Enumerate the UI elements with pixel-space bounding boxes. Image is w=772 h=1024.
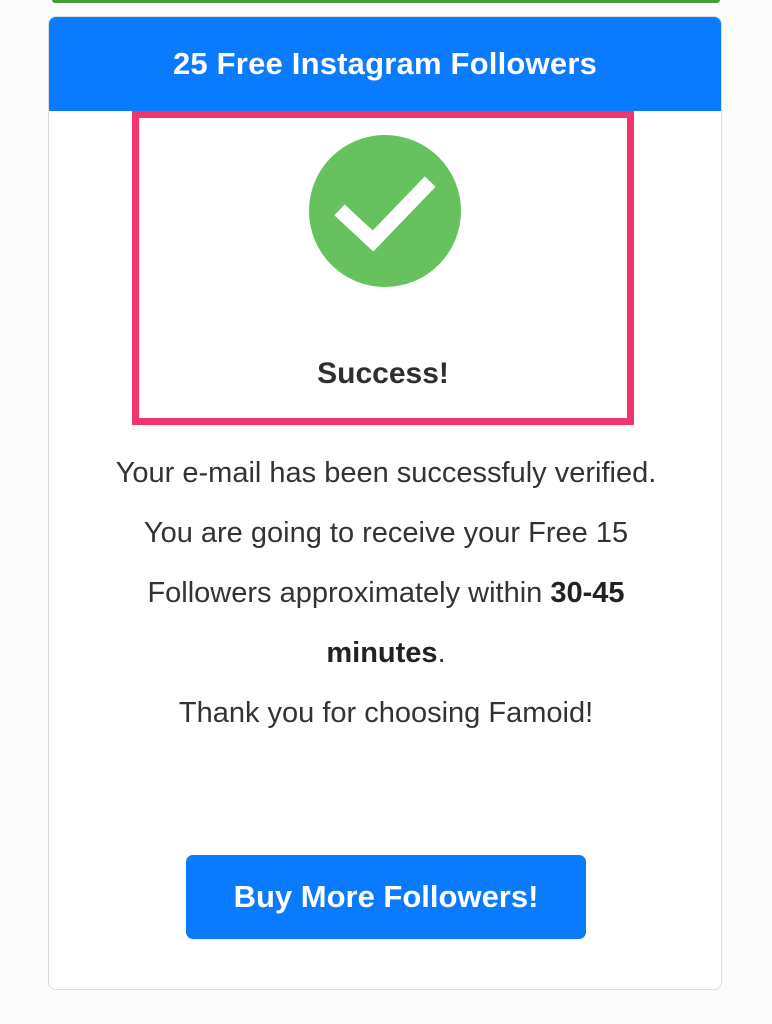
previous-card-edge (52, 0, 720, 3)
message-line-followers: You are going to receive your Free 15 Fo… (89, 503, 683, 683)
verification-card: 25 Free Instagram Followers Success! You… (48, 16, 722, 990)
message-line-thanks: Thank you for choosing Famoid! (178, 697, 594, 729)
success-label: Success! (317, 357, 449, 390)
check-circle-icon (309, 135, 461, 287)
card-title: 25 Free Instagram Followers (172, 46, 598, 81)
message-line-verified: Your e-mail has been successfuly verifie… (115, 457, 657, 489)
verification-message: Your e-mail has been successfuly verifie… (89, 443, 683, 743)
checkmark-icon (334, 176, 436, 252)
buy-more-followers-button[interactable]: Buy More Followers! (186, 855, 586, 939)
message-period: . (437, 637, 446, 669)
card-header: 25 Free Instagram Followers (49, 17, 721, 111)
message-time-range: 30-45 (550, 577, 625, 609)
message-time-unit: minutes (326, 637, 438, 669)
